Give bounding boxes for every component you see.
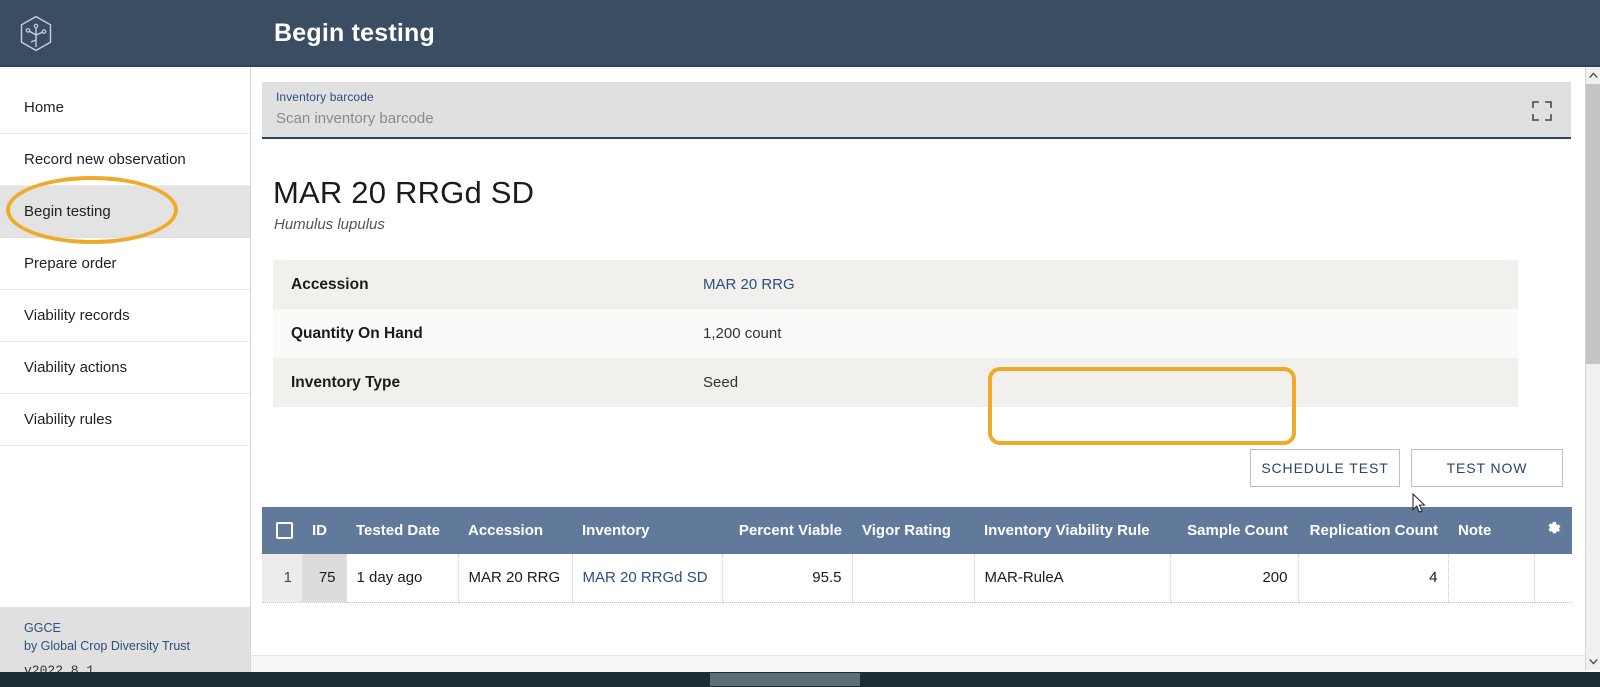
grid-col-inventory-viability-rule[interactable]: Inventory Viability Rule bbox=[974, 507, 1170, 554]
test-now-button[interactable]: TEST NOW bbox=[1411, 449, 1563, 487]
inventory-barcode-input[interactable] bbox=[276, 110, 876, 127]
vertical-scrollbar[interactable] bbox=[1585, 67, 1600, 670]
sidebar-item-label: Viability records bbox=[24, 307, 130, 324]
cell-viability-rule[interactable]: MAR-RuleA bbox=[974, 554, 1171, 603]
record-detail-text: Seed bbox=[703, 374, 739, 391]
record-subtitle: Humulus lupulus bbox=[274, 216, 385, 233]
content-bottom-gap bbox=[251, 655, 1585, 672]
scroll-up-arrow-icon[interactable] bbox=[1586, 67, 1600, 84]
grid-col-id[interactable]: ID bbox=[302, 507, 346, 554]
gear-icon[interactable] bbox=[1544, 519, 1563, 538]
record-detail-row: Accession MAR 20 RRG bbox=[273, 260, 1518, 309]
record-detail-link[interactable]: MAR 20 RRG bbox=[703, 276, 795, 293]
sidebar-item-label: Record new observation bbox=[24, 151, 186, 168]
grid-col-vigor-rating[interactable]: Vigor Rating bbox=[852, 507, 974, 554]
sidebar-item-prepare-order[interactable]: Prepare order bbox=[0, 238, 250, 290]
record-detail-text: 1,200 count bbox=[703, 325, 782, 342]
sidebar-item-label: Prepare order bbox=[24, 255, 117, 272]
sidebar-item-label: Viability actions bbox=[24, 359, 128, 376]
grid-col-tested-date[interactable]: Tested Date bbox=[346, 507, 458, 554]
record-detail-key: Inventory Type bbox=[291, 373, 401, 391]
grid-col-replication-count[interactable]: Replication Count bbox=[1298, 507, 1448, 554]
sidebar-item-label: Begin testing bbox=[24, 203, 111, 220]
record-detail-row: Inventory Type Seed bbox=[273, 358, 1518, 407]
table-row[interactable]: 1 75 1 day ago MAR 20 RRG MAR 20 RRGd SD 95.5… bbox=[262, 554, 1572, 603]
fullscreen-icon[interactable] bbox=[1531, 100, 1553, 122]
grid-col-inventory[interactable]: Inventory bbox=[572, 507, 722, 554]
record-detail-key: Quantity On Hand bbox=[291, 324, 423, 342]
grid-select-all-header[interactable] bbox=[262, 507, 302, 554]
footer-brand: GGCE bbox=[24, 621, 61, 635]
record-details-table: Accession MAR 20 RRG Quantity On Hand 1,200… bbox=[273, 260, 1518, 407]
sidebar-item-begin-testing[interactable]: Begin testing bbox=[0, 186, 250, 238]
record-detail-value: Seed bbox=[703, 358, 1518, 407]
record-title: MAR 20 RRGd SD bbox=[273, 175, 535, 210]
cell-note[interactable] bbox=[1448, 554, 1535, 603]
inventory-barcode-label: Inventory barcode bbox=[276, 90, 374, 104]
record-action-buttons: SCHEDULE TEST TEST NOW bbox=[1250, 449, 1563, 487]
checkbox-unchecked-icon[interactable] bbox=[276, 522, 293, 540]
grid-col-note[interactable]: Note bbox=[1448, 507, 1534, 554]
sidebar-item-label: Home bbox=[24, 99, 65, 116]
sidebar-item-viability-records[interactable]: Viability records bbox=[0, 290, 250, 342]
cell-inventory-link[interactable]: MAR 20 RRGd SD bbox=[583, 569, 708, 586]
cell-id[interactable]: 75 bbox=[302, 554, 347, 603]
cell-percent-viable[interactable]: 95.5 bbox=[722, 554, 853, 603]
vertical-scrollbar-thumb[interactable] bbox=[1586, 84, 1600, 364]
page-title: Begin testing bbox=[274, 19, 435, 47]
record-detail-value: 1,200 count bbox=[703, 309, 1518, 358]
grid-settings-header[interactable] bbox=[1534, 507, 1572, 554]
cell-vigor-rating[interactable] bbox=[852, 554, 975, 603]
schedule-test-button[interactable]: SCHEDULE TEST bbox=[1250, 449, 1400, 487]
sidebar-item-label: Viability rules bbox=[24, 411, 113, 428]
grid-header-row: ID Tested Date Accession Inventory Perce… bbox=[262, 507, 1572, 554]
cell-tested-date[interactable]: 1 day ago bbox=[346, 554, 459, 603]
grid-col-percent-viable[interactable]: Percent Viable bbox=[722, 507, 852, 554]
sidebar-item-viability-rules[interactable]: Viability rules bbox=[0, 394, 250, 446]
footer-by: by Global Crop Diversity Trust bbox=[24, 639, 191, 654]
sidebar-item-list: Home Record new observation Begin testing P… bbox=[0, 82, 250, 446]
cell-spacer bbox=[1534, 554, 1572, 603]
sidebar-nav: Home Record new observation Begin testing P… bbox=[0, 67, 251, 687]
inventory-barcode-field[interactable]: Inventory barcode bbox=[262, 82, 1571, 139]
record-detail-key: Accession bbox=[291, 275, 369, 293]
horizontal-scrollbar-thumb[interactable] bbox=[710, 673, 860, 686]
window-bottom-strip bbox=[0, 672, 1600, 687]
sidebar-item-record-new-observation[interactable]: Record new observation bbox=[0, 134, 250, 186]
sidebar-item-home[interactable]: Home bbox=[0, 82, 250, 134]
cell-inventory[interactable]: MAR 20 RRGd SD bbox=[572, 554, 723, 603]
grid-col-sample-count[interactable]: Sample Count bbox=[1170, 507, 1298, 554]
cell-replication-count[interactable]: 4 bbox=[1298, 554, 1449, 603]
app-header: Begin testing bbox=[0, 0, 1600, 67]
sidebar-item-viability-actions[interactable]: Viability actions bbox=[0, 342, 250, 394]
application-window: Begin testing Home Record new observation… bbox=[0, 0, 1600, 687]
viability-tests-grid: ID Tested Date Accession Inventory Perce… bbox=[262, 507, 1572, 603]
app-logo[interactable] bbox=[0, 0, 72, 67]
hexagon-sprout-logo-icon bbox=[20, 15, 52, 51]
main-content: Inventory barcode MAR 20 RRGd SD Humulus… bbox=[251, 67, 1586, 687]
cell-sample-count[interactable]: 200 bbox=[1170, 554, 1299, 603]
scroll-down-arrow-icon[interactable] bbox=[1586, 653, 1600, 670]
cell-row-number[interactable]: 1 bbox=[262, 554, 302, 603]
record-detail-row: Quantity On Hand 1,200 count bbox=[273, 309, 1518, 358]
grid-col-accession[interactable]: Accession bbox=[458, 507, 572, 554]
cell-accession[interactable]: MAR 20 RRG bbox=[458, 554, 573, 603]
record-detail-value[interactable]: MAR 20 RRG bbox=[703, 260, 1518, 309]
